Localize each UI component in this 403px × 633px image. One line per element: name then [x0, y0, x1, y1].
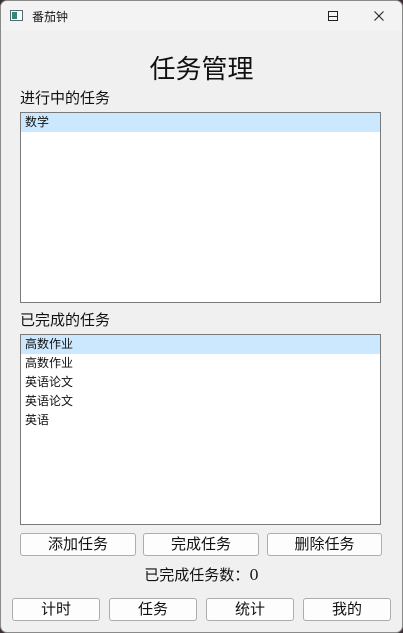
- completed-list[interactable]: 高数作业 高数作业 英语论文 英语论文 英语: [20, 334, 381, 525]
- list-item[interactable]: 英语论文: [21, 373, 380, 392]
- add-task-button[interactable]: 添加任务: [20, 533, 136, 556]
- nav-tasks-button[interactable]: 任务: [109, 598, 197, 621]
- app-window: 番茄钟 任务管理 进行中的任务 数学 已完成的任务 高数作业 高数作业 英语论文…: [0, 0, 403, 633]
- maximize-icon: [328, 11, 338, 21]
- complete-task-button[interactable]: 完成任务: [143, 533, 259, 556]
- close-icon: [374, 11, 384, 21]
- maximize-button[interactable]: [310, 1, 356, 31]
- list-item[interactable]: 数学: [21, 113, 380, 132]
- nav-timer-button[interactable]: 计时: [12, 598, 100, 621]
- window-title: 番茄钟: [32, 10, 69, 24]
- list-item[interactable]: 英语: [21, 411, 380, 430]
- delete-task-button[interactable]: 删除任务: [267, 533, 382, 556]
- close-button[interactable]: [356, 1, 402, 31]
- nav-mine-button[interactable]: 我的: [303, 598, 391, 621]
- completed-count: 已完成任务数：0: [1, 564, 402, 585]
- completed-count-label: 已完成任务数：: [144, 566, 250, 584]
- completed-count-value: 0: [249, 566, 259, 584]
- title-bar[interactable]: 番茄钟: [1, 1, 402, 31]
- list-item[interactable]: 英语论文: [21, 392, 380, 411]
- nav-stats-button[interactable]: 统计: [206, 598, 294, 621]
- page-title: 任务管理: [149, 55, 254, 85]
- in-progress-label: 进行中的任务: [20, 89, 111, 107]
- completed-label: 已完成的任务: [20, 311, 111, 329]
- list-item[interactable]: 高数作业: [21, 354, 380, 373]
- list-item[interactable]: 高数作业: [21, 335, 380, 354]
- in-progress-list[interactable]: 数学: [20, 112, 381, 303]
- app-icon: [10, 10, 23, 21]
